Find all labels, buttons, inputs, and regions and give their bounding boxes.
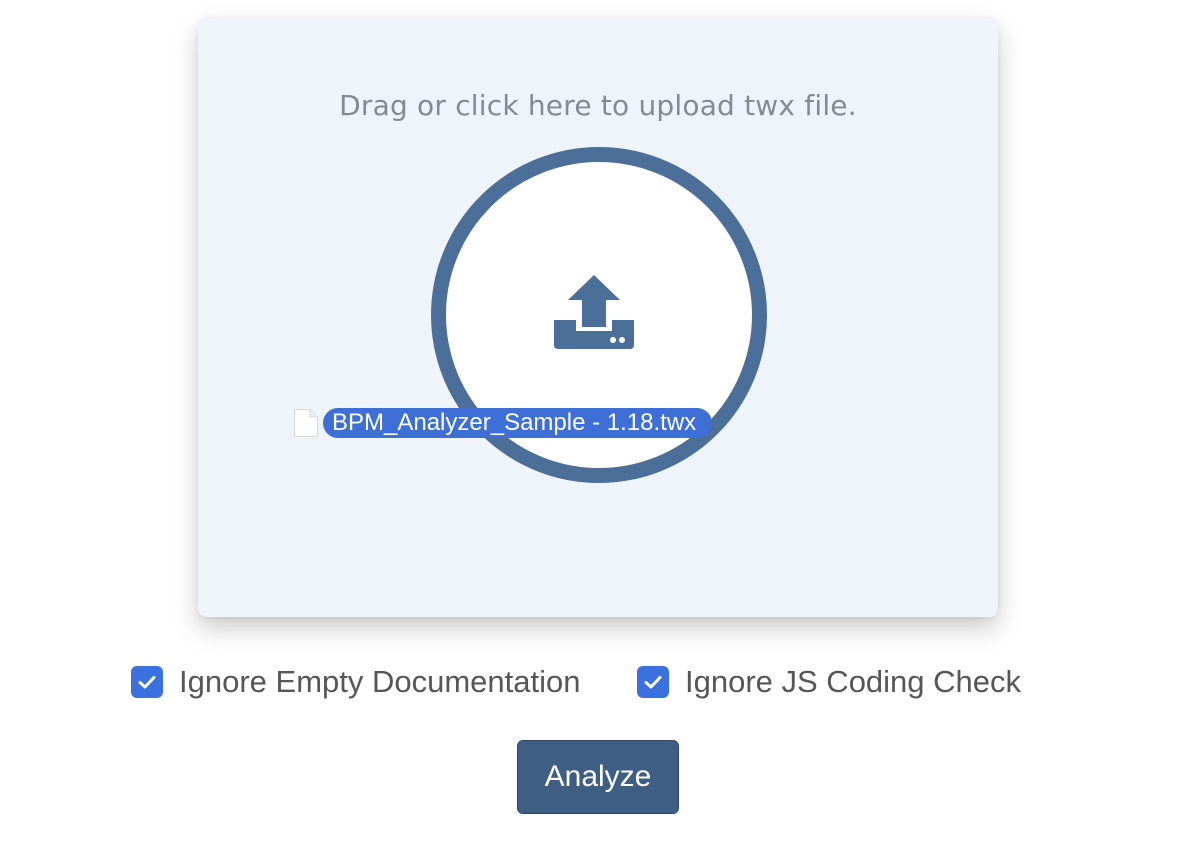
analyze-button[interactable]: Analyze (517, 740, 679, 814)
ignore-empty-documentation-label: Ignore Empty Documentation (179, 664, 581, 699)
ignore-empty-documentation-option[interactable]: Ignore Empty Documentation (131, 662, 581, 702)
page: Drag or click here to upload twx file. B… (0, 0, 1188, 846)
dragged-file: BPM_Analyzer_Sample - 1.18.twx (293, 408, 713, 438)
checkmark-icon (138, 676, 156, 689)
checkmark-icon (644, 676, 662, 689)
file-icon (294, 409, 318, 437)
ignore-empty-documentation-checkbox[interactable] (131, 666, 163, 698)
upload-dropzone[interactable]: Drag or click here to upload twx file. (198, 17, 998, 617)
ignore-js-coding-check-label: Ignore JS Coding Check (685, 664, 1022, 699)
upload-prompt: Drag or click here to upload twx file. (339, 89, 857, 122)
analysis-options: Ignore Empty Documentation Ignore JS Cod… (0, 662, 1188, 702)
dragged-file-name: BPM_Analyzer_Sample - 1.18.twx (323, 408, 713, 438)
ignore-js-coding-check-option[interactable]: Ignore JS Coding Check (637, 662, 1021, 702)
ignore-js-coding-check-checkbox[interactable] (637, 666, 669, 698)
upload-icon (554, 275, 634, 349)
